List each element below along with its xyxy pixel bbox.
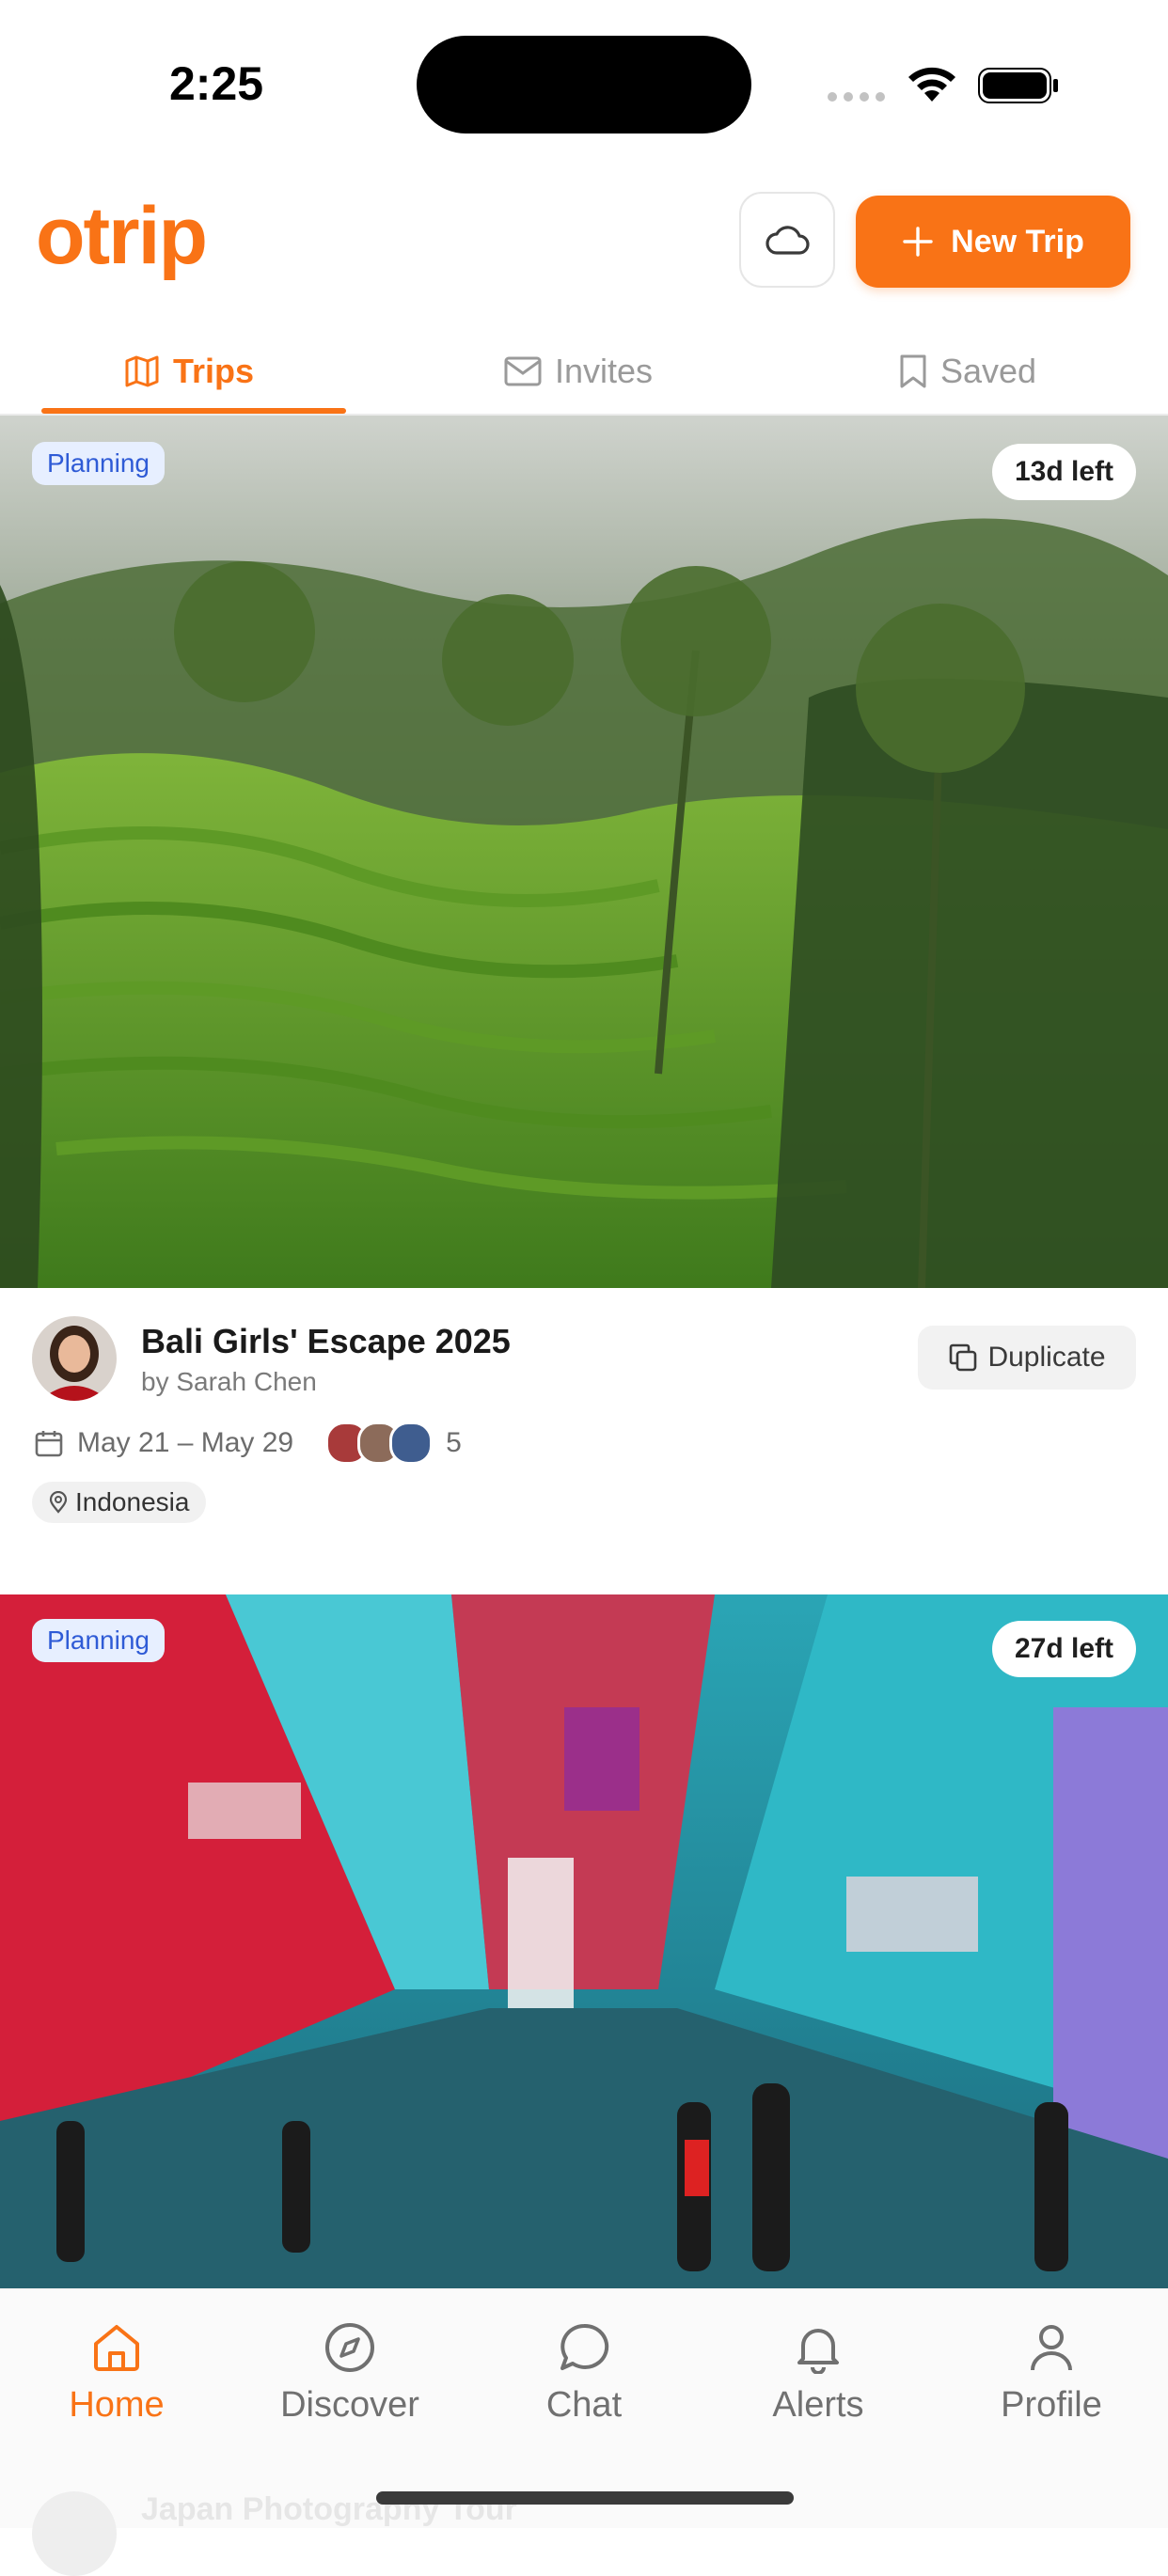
cloud-sync-button[interactable] bbox=[739, 192, 835, 288]
tab-trips[interactable]: Trips bbox=[124, 329, 254, 414]
cloud-icon bbox=[766, 226, 810, 255]
nav-chat[interactable]: Chat bbox=[490, 2321, 678, 2426]
copy-icon bbox=[950, 1343, 977, 1372]
rice-terrace-photo bbox=[0, 416, 1168, 1288]
plus-icon bbox=[903, 227, 933, 257]
status-badge: Planning bbox=[32, 442, 165, 485]
location-label: Indonesia bbox=[75, 1487, 190, 1516]
status-bar: 2:25 bbox=[0, 0, 1168, 169]
nav-profile-label: Profile bbox=[1001, 2385, 1102, 2425]
trip-dates: May 21 – May 29 bbox=[77, 1427, 294, 1458]
compass-icon bbox=[325, 2323, 374, 2372]
home-indicator[interactable] bbox=[376, 2491, 794, 2505]
new-trip-label: New Trip bbox=[951, 223, 1084, 259]
mail-icon bbox=[504, 356, 542, 386]
nav-alerts[interactable]: Alerts bbox=[724, 2321, 912, 2426]
new-trip-button[interactable]: New Trip bbox=[856, 196, 1130, 288]
status-badge: Planning bbox=[32, 1619, 165, 1662]
tab-invites[interactable]: Invites bbox=[504, 329, 653, 414]
svg-text:otrip: otrip bbox=[36, 191, 206, 281]
wifi-icon bbox=[908, 67, 955, 102]
trip-tabs: Trips Invites Saved bbox=[0, 329, 1168, 416]
nav-home[interactable]: Home bbox=[23, 2321, 211, 2426]
nav-chat-label: Chat bbox=[545, 2385, 623, 2425]
bell-icon bbox=[797, 2329, 839, 2374]
person-icon bbox=[1031, 2325, 1072, 2371]
trip-title[interactable]: Bali Girls' Escape 2025 bbox=[141, 1322, 511, 1361]
map-pin-icon bbox=[49, 1491, 68, 1514]
nav-discover-label: Discover bbox=[280, 2385, 419, 2425]
trip-author: by Sarah Chen bbox=[141, 1367, 317, 1396]
map-icon bbox=[125, 355, 159, 387]
tab-saved[interactable]: Saved bbox=[899, 329, 1036, 414]
active-tab-indicator bbox=[41, 408, 346, 414]
member-count: 5 bbox=[446, 1427, 462, 1458]
trip-cover-image[interactable]: Planning 13d left bbox=[0, 416, 1168, 1288]
trip-cover-image[interactable]: Planning 27d left bbox=[0, 1594, 1168, 2288]
days-left-badge: 27d left bbox=[991, 1621, 1136, 1677]
cellular-signal-icon bbox=[828, 92, 885, 102]
nav-home-label: Home bbox=[69, 2385, 165, 2425]
member-avatars[interactable] bbox=[325, 1422, 434, 1465]
home-icon bbox=[94, 2325, 139, 2371]
tab-trips-label: Trips bbox=[173, 352, 255, 390]
battery-icon bbox=[978, 68, 1058, 103]
days-left-badge: 13d left bbox=[991, 444, 1136, 500]
city-street-photo bbox=[0, 1594, 1168, 2288]
otrip-logo: otrip bbox=[36, 191, 208, 281]
author-avatar bbox=[32, 2491, 117, 2576]
calendar-icon bbox=[35, 1431, 63, 1457]
nav-alerts-label: Alerts bbox=[772, 2385, 864, 2425]
tab-saved-label: Saved bbox=[940, 352, 1037, 390]
nav-discover[interactable]: Discover bbox=[256, 2321, 444, 2426]
nav-profile[interactable]: Profile bbox=[957, 2321, 1145, 2426]
chat-bubble-icon bbox=[560, 2323, 609, 2370]
duplicate-button[interactable]: Duplicate bbox=[918, 1326, 1136, 1390]
trip-dates-row: May 21 – May 29 5 bbox=[34, 1422, 462, 1465]
location-chip: Indonesia bbox=[32, 1482, 207, 1523]
bookmark-icon bbox=[900, 354, 926, 388]
dynamic-island bbox=[417, 36, 751, 134]
member-avatar bbox=[389, 1422, 434, 1465]
author-avatar bbox=[32, 1316, 117, 1401]
status-time: 2:25 bbox=[169, 57, 264, 110]
duplicate-label: Duplicate bbox=[987, 1342, 1106, 1373]
tab-invites-label: Invites bbox=[555, 352, 654, 390]
